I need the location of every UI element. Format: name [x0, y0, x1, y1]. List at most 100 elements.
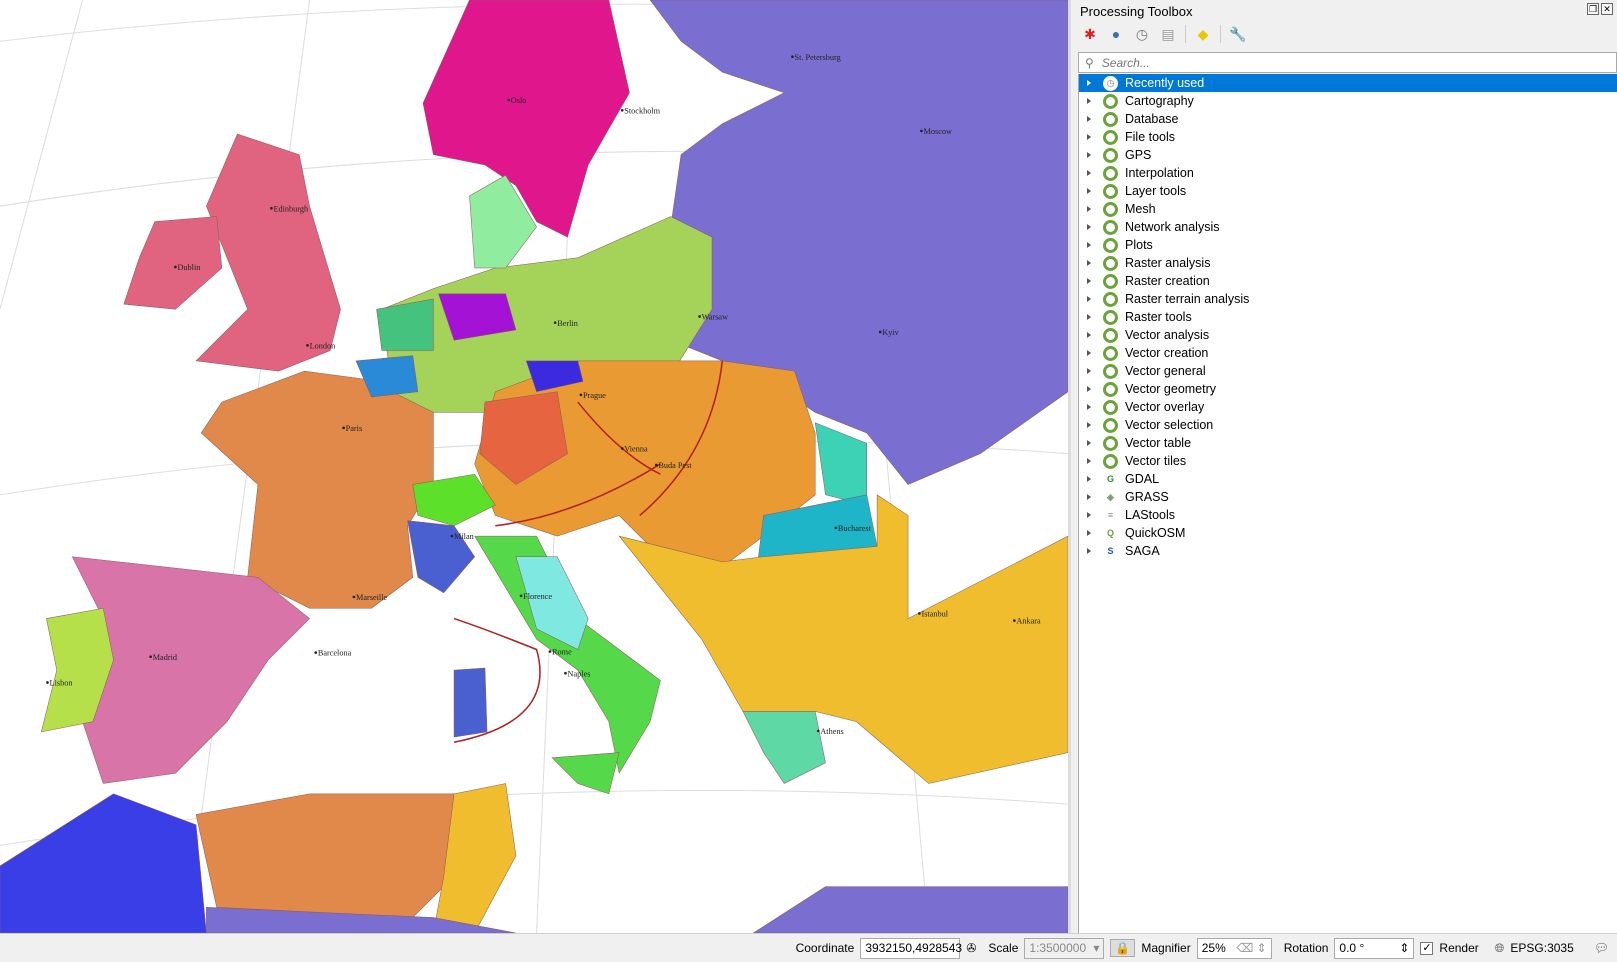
tree-item-label: GRASS [1125, 490, 1169, 504]
city-marker [834, 526, 838, 530]
clear-icon[interactable]: ⌫ ⇕ [1236, 941, 1266, 955]
expand-arrow-icon[interactable] [1087, 260, 1091, 266]
lock-scale-icon[interactable]: 🔒 [1110, 939, 1136, 957]
expand-arrow-icon[interactable] [1087, 548, 1091, 554]
expand-arrow-icon[interactable] [1087, 458, 1091, 464]
tree-item-plots[interactable]: Plots [1079, 236, 1617, 254]
tree-item-file-tools[interactable]: File tools [1079, 128, 1617, 146]
coordinate-field[interactable]: 3932150,4928543 [860, 937, 962, 959]
city-marker [548, 650, 552, 653]
tree-item-vector-selection[interactable]: Vector selection [1079, 416, 1617, 434]
tree-item-vector-analysis[interactable]: Vector analysis [1079, 326, 1617, 344]
tree-item-gdal[interactable]: G GDAL [1079, 470, 1617, 488]
expand-arrow-icon[interactable] [1087, 440, 1091, 446]
close-panel-button[interactable]: ✕ [1601, 3, 1613, 15]
magnifier-value: 25% [1201, 941, 1226, 955]
python-icon[interactable]: ● [1107, 25, 1125, 43]
expand-arrow-icon[interactable] [1087, 116, 1091, 122]
tree-item-label: Raster analysis [1125, 256, 1211, 270]
expand-arrow-icon[interactable] [1087, 170, 1091, 176]
tree-item-database[interactable]: Database [1079, 110, 1617, 128]
expand-arrow-icon[interactable] [1087, 98, 1091, 104]
city-marker [816, 729, 820, 733]
expand-arrow-icon[interactable] [1087, 242, 1091, 248]
chevron-down-icon: ▾ [1093, 941, 1100, 955]
tree-item-lastools[interactable]: ≡ LAStools [1079, 506, 1617, 524]
scale-combo[interactable]: 1:3500000 ▾ [1024, 937, 1105, 959]
city-marker [46, 681, 49, 684]
history-icon[interactable]: ◷ [1133, 25, 1151, 43]
city-label: Paris [346, 424, 363, 433]
models-gear-icon[interactable]: ✱ [1081, 25, 1099, 43]
expand-arrow-icon[interactable] [1087, 278, 1091, 284]
tree-item-raster-analysis[interactable]: Raster analysis [1079, 254, 1617, 272]
city-marker [149, 655, 152, 659]
crs-button[interactable]: EPSG:3035 [1510, 941, 1573, 955]
tree-item-grass[interactable]: ◈ GRASS [1079, 488, 1617, 506]
tree-item-vector-table[interactable]: Vector table [1079, 434, 1617, 452]
tree-item-vector-geometry[interactable]: Vector geometry [1079, 380, 1617, 398]
grass-icon: ◈ [1107, 491, 1114, 502]
tree-item-label: SAGA [1125, 544, 1160, 558]
search-input[interactable] [1101, 55, 1580, 70]
results-icon[interactable]: ▤ [1159, 25, 1177, 43]
float-panel-button[interactable]: ❐ [1587, 3, 1599, 15]
rotation-field[interactable]: 0.0 ° ⇕ [1334, 937, 1415, 959]
globe-icon[interactable]: 🌐︎ [1495, 941, 1505, 956]
tree-item-vector-tiles[interactable]: Vector tiles [1079, 452, 1617, 470]
expand-arrow-icon[interactable] [1087, 386, 1091, 392]
tree-item-network-analysis[interactable]: Network analysis [1079, 218, 1617, 236]
tree-item-vector-overlay[interactable]: Vector overlay [1079, 398, 1617, 416]
algorithm-tree[interactable]: ◷ Recently used Cartography Database File to… [1078, 74, 1617, 933]
clock-icon: ◷ [1103, 75, 1118, 91]
city-marker [878, 330, 882, 334]
tree-item-label: Raster terrain analysis [1125, 292, 1250, 306]
expand-arrow-icon[interactable] [1087, 206, 1091, 212]
expand-arrow-icon[interactable] [1087, 494, 1091, 500]
expand-arrow-icon[interactable] [1087, 224, 1091, 230]
tree-item-raster-tools[interactable]: Raster tools [1079, 308, 1617, 326]
tree-item-raster-terrain-analysis[interactable]: Raster terrain analysis [1079, 290, 1617, 308]
expand-arrow-icon[interactable] [1087, 80, 1091, 86]
city-marker [306, 344, 309, 347]
tree-item-cartography[interactable]: Cartography [1079, 92, 1617, 110]
map-canvas[interactable]: Oslo Stockholm St. Petersburg Moscow Edinbur… [0, 0, 1068, 933]
expand-arrow-icon[interactable] [1087, 314, 1091, 320]
expand-arrow-icon[interactable] [1087, 404, 1091, 410]
tree-item-layer-tools[interactable]: Layer tools [1079, 182, 1617, 200]
expand-arrow-icon[interactable] [1087, 296, 1091, 302]
tree-item-interpolation[interactable]: Interpolation [1079, 164, 1617, 182]
expand-arrow-icon[interactable] [1087, 332, 1091, 338]
spinner-icon[interactable]: ⇕ [1399, 941, 1409, 955]
city-marker [553, 321, 557, 325]
tree-item-saga[interactable]: S SAGA [1079, 542, 1617, 560]
expand-arrow-icon[interactable] [1087, 512, 1091, 518]
expand-arrow-icon[interactable] [1087, 530, 1091, 536]
tree-item-vector-creation[interactable]: Vector creation [1079, 344, 1617, 362]
lastools-icon: ≡ [1107, 510, 1114, 520]
edit-in-place-icon[interactable]: ◆ [1194, 25, 1212, 43]
tree-item-recently-used[interactable]: ◷ Recently used [1079, 74, 1617, 92]
search-box[interactable]: ⚲ [1078, 52, 1617, 73]
expand-arrow-icon[interactable] [1087, 188, 1091, 194]
tree-item-quickosm[interactable]: Q QuickOSM [1079, 524, 1617, 542]
tree-item-label: Vector general [1125, 364, 1206, 378]
expand-arrow-icon[interactable] [1087, 476, 1091, 482]
render-checkbox[interactable]: ✓ [1420, 941, 1434, 955]
expand-arrow-icon[interactable] [1087, 134, 1091, 140]
city-label: Moscow [924, 127, 952, 136]
messages-icon[interactable]: 💬︎ [1594, 941, 1609, 955]
expand-arrow-icon[interactable] [1087, 368, 1091, 374]
expand-arrow-icon[interactable] [1087, 350, 1091, 356]
tree-item-raster-creation[interactable]: Raster creation [1079, 272, 1617, 290]
magnifier-field[interactable]: 25% ⌫ ⇕ [1196, 937, 1272, 959]
city-label: Dublin [177, 263, 200, 272]
tree-item-gps[interactable]: GPS [1079, 146, 1617, 164]
options-wrench-icon[interactable]: 🔧 [1229, 25, 1247, 43]
tree-item-mesh[interactable]: Mesh [1079, 200, 1617, 218]
gdal-icon: G [1106, 474, 1114, 484]
toggle-extents-icon[interactable]: ✇ [966, 941, 976, 955]
expand-arrow-icon[interactable] [1087, 152, 1091, 158]
expand-arrow-icon[interactable] [1087, 422, 1091, 428]
tree-item-vector-general[interactable]: Vector general [1079, 362, 1617, 380]
